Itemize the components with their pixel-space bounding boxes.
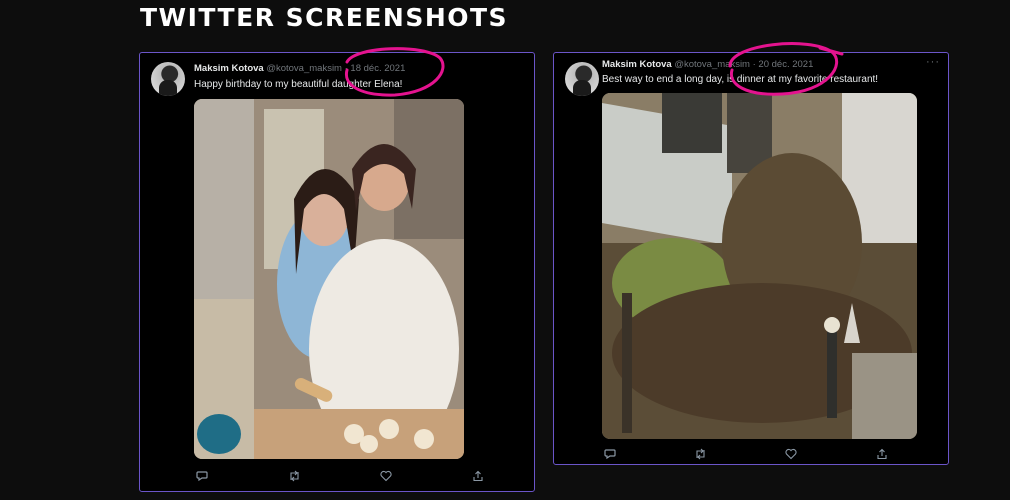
tweet-actions	[602, 447, 890, 461]
author-name[interactable]: Maksim Kotova	[602, 59, 672, 70]
reply-icon[interactable]	[194, 469, 210, 483]
share-icon[interactable]	[874, 447, 890, 461]
like-icon[interactable]	[378, 469, 394, 483]
author-name[interactable]: Maksim Kotova	[194, 63, 264, 74]
avatar[interactable]	[151, 62, 185, 96]
author-handle[interactable]: @kotova_maksim	[266, 63, 342, 74]
retweet-icon[interactable]	[286, 469, 302, 483]
tweet-photo[interactable]	[602, 93, 917, 439]
tweet-date[interactable]: 18 déc. 2021	[350, 63, 405, 74]
avatar[interactable]	[565, 62, 599, 96]
more-options-icon[interactable]: ···	[926, 56, 940, 68]
author-handle[interactable]: @kotova_maksim	[674, 59, 750, 70]
tweet-card-2[interactable]: Maksim Kotova @kotova_maksim · 20 déc. 2…	[553, 52, 949, 465]
tweet-header: Maksim Kotova @kotova_maksim · 18 déc. 2…	[194, 63, 405, 75]
page-title: TWITTER SCREENSHOTS	[140, 3, 509, 32]
tweet-card-1[interactable]: Maksim Kotova @kotova_maksim · 18 déc. 2…	[139, 52, 535, 492]
tweet-date[interactable]: 20 déc. 2021	[758, 59, 813, 70]
tweet-text: Happy birthday to my beautiful daughter …	[194, 79, 403, 90]
separator: ·	[344, 63, 348, 74]
retweet-icon[interactable]	[693, 447, 709, 461]
tweet-text: Best way to end a long day, is dinner at…	[602, 74, 879, 85]
share-icon[interactable]	[470, 469, 486, 483]
separator: ·	[752, 59, 756, 70]
tweet-photo[interactable]	[194, 99, 464, 459]
like-icon[interactable]	[783, 447, 799, 461]
tweet-header: Maksim Kotova @kotova_maksim · 20 déc. 2…	[602, 59, 813, 71]
reply-icon[interactable]	[602, 447, 618, 461]
tweet-actions	[194, 469, 486, 483]
